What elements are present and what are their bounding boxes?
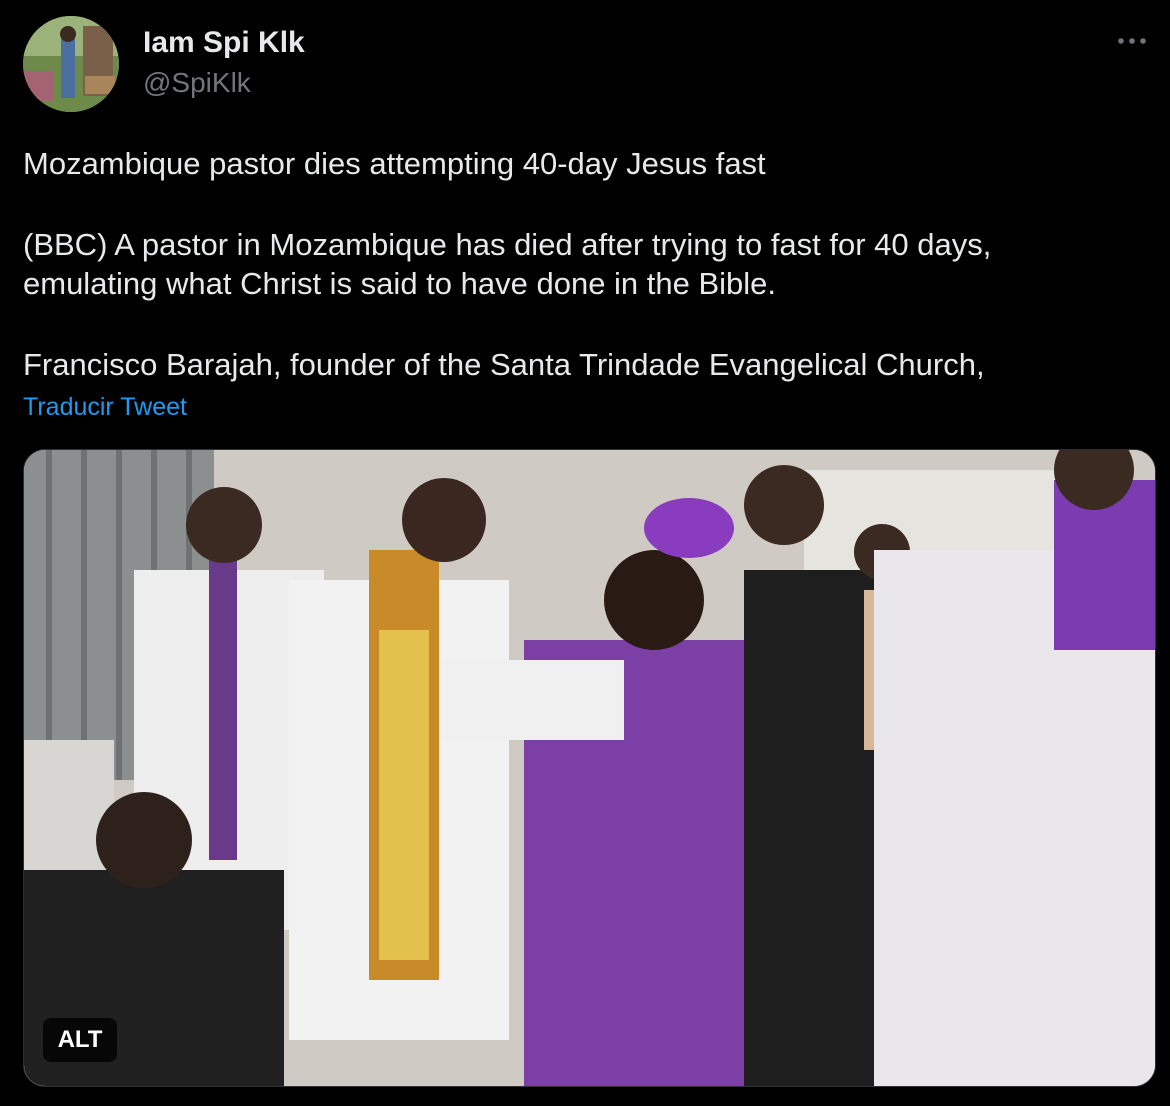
tweet-body-line: emulating what Christ is said to have do…: [23, 266, 777, 301]
tweet-body-line: Francisco Barajah, founder of the Santa …: [23, 347, 985, 382]
tweet-media-photo[interactable]: [23, 449, 1156, 1087]
author-handle[interactable]: @SpiKlk: [143, 67, 251, 99]
avatar-photo: [23, 16, 119, 112]
alt-text-badge[interactable]: ALT: [43, 1018, 117, 1062]
translate-tweet-link[interactable]: Traducir Tweet: [23, 393, 187, 422]
church-ceremony-photo: [24, 450, 1155, 1086]
more-options-button[interactable]: [1112, 26, 1152, 56]
author-avatar[interactable]: [23, 16, 119, 112]
author-display-name[interactable]: Iam Spi Klk: [143, 26, 305, 60]
tweet-headline: Mozambique pastor dies attempting 40-day…: [23, 146, 766, 181]
tweet-card: Iam Spi Klk @SpiKlk Mozambique pastor di…: [0, 0, 1170, 1106]
ellipsis-icon: [1118, 38, 1146, 44]
tweet-body-line: (BBC) A pastor in Mozambique has died af…: [23, 227, 992, 262]
